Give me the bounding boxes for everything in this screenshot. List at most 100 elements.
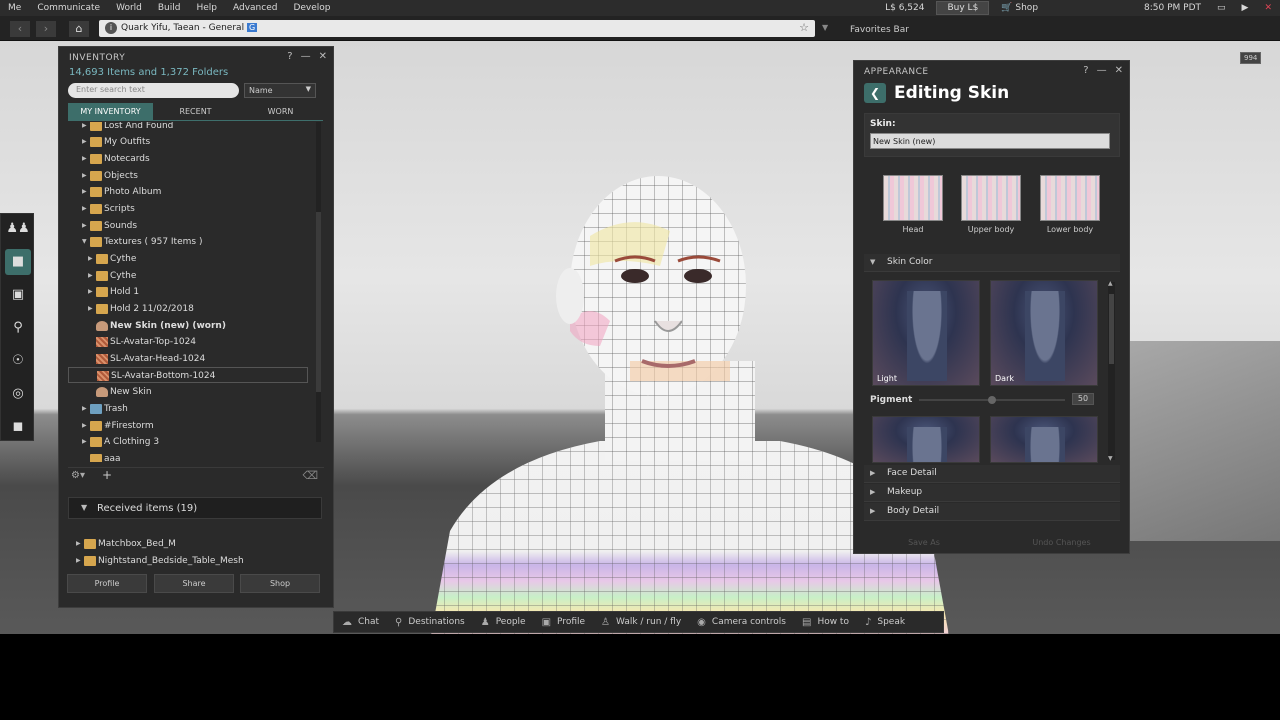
camera-icon[interactable]: ◼: [5, 414, 31, 440]
speak-button[interactable]: ♪ Speak: [857, 612, 913, 632]
sort-select[interactable]: Name ▼: [244, 83, 316, 98]
menu-advanced[interactable]: Advanced: [225, 3, 285, 13]
color-scrollbar[interactable]: ▲ ▼: [1108, 280, 1115, 462]
list-item[interactable]: ▶ Hold 1: [88, 284, 322, 300]
camera-controls-button[interactable]: ◉ Camera controls: [689, 612, 794, 632]
list-item[interactable]: ▶ Trash: [82, 401, 322, 417]
minimize-icon[interactable]: —: [301, 51, 311, 62]
undo-changes-button[interactable]: Undo Changes: [999, 534, 1124, 552]
how-to-button[interactable]: ▤ How to: [794, 612, 857, 632]
pigment-slider[interactable]: [919, 396, 1065, 404]
skin-name-field[interactable]: New Skin (new): [870, 133, 1110, 149]
menu-build[interactable]: Build: [150, 3, 189, 13]
forward-button[interactable]: ›: [36, 21, 56, 37]
list-item[interactable]: ▶ Lost And Found: [82, 122, 322, 134]
list-item[interactable]: ▶ Cythe: [88, 268, 322, 284]
close-icon[interactable]: ✕: [319, 51, 327, 62]
section-face-detail[interactable]: ▶ Face Detail: [864, 465, 1120, 483]
menu-world[interactable]: World: [108, 3, 150, 13]
list-item-selected[interactable]: SL-Avatar-Bottom-1024: [68, 367, 308, 383]
plus-icon[interactable]: +: [102, 468, 112, 482]
list-item[interactable]: ▶ My Outfits: [82, 134, 322, 150]
received-items-list[interactable]: ▶ Matchbox_Bed_M ▶ Nightstand_Bedside_Tabl…: [68, 535, 324, 567]
swatch-preview[interactable]: [872, 416, 980, 463]
radar-icon[interactable]: ◎: [5, 381, 31, 407]
menu-communicate[interactable]: Communicate: [29, 3, 108, 13]
inventory-bag-icon[interactable]: ▣: [5, 282, 31, 308]
list-item[interactable]: New Skin (new) (worn): [88, 318, 322, 334]
search-icon[interactable]: ⚲: [5, 315, 31, 341]
shop-button[interactable]: Shop: [240, 574, 320, 593]
shop-button[interactable]: 🛒 Shop: [993, 3, 1046, 13]
profile-button[interactable]: ▣ Profile: [534, 612, 593, 632]
received-items-header[interactable]: ▼ Received items (19): [68, 497, 322, 519]
play-media-icon[interactable]: ▶: [1234, 3, 1257, 13]
list-item[interactable]: ▶ Photo Album: [82, 184, 322, 200]
inventory-search-input[interactable]: Enter search text: [68, 83, 239, 98]
list-item[interactable]: ▶ Cythe: [88, 251, 322, 267]
list-item[interactable]: ▶ Matchbox_Bed_M: [76, 536, 316, 552]
profile-button[interactable]: Profile: [67, 574, 147, 593]
scrollbar-thumb[interactable]: [1109, 294, 1114, 364]
list-item[interactable]: ▼ Textures ( 957 Items ): [82, 234, 322, 250]
list-item[interactable]: SL-Avatar-Head-1024: [88, 351, 322, 367]
tab-my-inventory[interactable]: MY INVENTORY: [68, 103, 153, 120]
lower-body-texture[interactable]: [1040, 175, 1100, 221]
minimap-indicator[interactable]: 994: [1240, 52, 1262, 64]
trash-icon[interactable]: ⌫: [302, 469, 318, 482]
volume-mute-icon[interactable]: ✕: [1256, 3, 1280, 13]
help-icon[interactable]: ?: [287, 51, 292, 62]
inventory-scrollbar[interactable]: [316, 122, 321, 442]
save-as-button[interactable]: Save As: [864, 534, 984, 552]
gear-icon[interactable]: ⚙▾: [71, 470, 85, 481]
list-item[interactable]: ▶ #Firestorm: [82, 418, 322, 434]
back-button[interactable]: ❮: [864, 83, 886, 103]
swatch-preview[interactable]: [990, 416, 1098, 463]
upper-body-texture[interactable]: [961, 175, 1021, 221]
list-item[interactable]: ▶ A Clothing 3: [82, 434, 322, 450]
inventory-tree[interactable]: ▶ Lost And Found ▶ My Outfits ▶ Notecards ▶…: [68, 122, 322, 462]
walk-run-fly-button[interactable]: ♙ Walk / run / fly: [593, 612, 689, 632]
list-item[interactable]: ▶ Notecards: [82, 151, 322, 167]
buy-linden-button[interactable]: Buy L$: [936, 1, 990, 15]
section-makeup[interactable]: ▶ Makeup: [864, 484, 1120, 502]
appearance-shirt-icon[interactable]: ■: [5, 249, 31, 275]
list-item[interactable]: ▶ Nightstand_Bedside_Table_Mesh: [76, 553, 316, 569]
tab-recent[interactable]: RECENT: [153, 103, 238, 120]
help-icon[interactable]: ?: [1083, 65, 1088, 76]
close-icon[interactable]: ✕: [1115, 65, 1123, 76]
pigment-value[interactable]: 50: [1072, 393, 1094, 405]
tab-worn[interactable]: WORN: [238, 103, 323, 120]
menu-help[interactable]: Help: [188, 3, 225, 13]
map-pin-icon[interactable]: ☉: [5, 348, 31, 374]
scrollbar-thumb[interactable]: [316, 212, 321, 392]
chat-button[interactable]: ☁ Chat: [334, 612, 387, 632]
section-skin-color[interactable]: ▼ Skin Color: [864, 254, 1120, 272]
chevron-down-icon[interactable]: ▼: [822, 23, 828, 32]
minimize-icon[interactable]: —: [1097, 65, 1107, 76]
head-texture[interactable]: [883, 175, 943, 221]
menu-develop[interactable]: Develop: [285, 3, 338, 13]
menu-me[interactable]: Me: [0, 3, 29, 13]
home-button[interactable]: ⌂: [69, 21, 89, 37]
back-button[interactable]: ‹: [10, 21, 30, 37]
list-item[interactable]: ▶ Scripts: [82, 201, 322, 217]
swatch-dark[interactable]: Dark: [990, 280, 1098, 386]
list-item[interactable]: aaa: [82, 451, 322, 462]
list-item[interactable]: ▶ Hold 2 11/02/2018: [88, 301, 322, 317]
people-icon[interactable]: ♟♟: [5, 216, 31, 242]
list-item[interactable]: ▶ Objects: [82, 168, 322, 184]
list-item[interactable]: New Skin: [88, 384, 322, 400]
swatch-light[interactable]: Light: [872, 280, 980, 386]
section-body-detail[interactable]: ▶ Body Detail: [864, 503, 1120, 521]
monitor-icon[interactable]: ▭: [1209, 3, 1234, 13]
info-icon[interactable]: i: [105, 22, 117, 34]
star-icon[interactable]: ☆: [799, 21, 809, 34]
location-bar[interactable]: i Quark Yifu, Taean - General G ☆: [99, 20, 815, 37]
destinations-button[interactable]: ⚲ Destinations: [387, 612, 473, 632]
list-item[interactable]: ▶ Sounds: [82, 218, 322, 234]
people-button[interactable]: ♟ People: [473, 612, 534, 632]
slider-knob[interactable]: [988, 396, 996, 404]
list-item[interactable]: SL-Avatar-Top-1024: [88, 334, 322, 350]
share-button[interactable]: Share: [154, 574, 234, 593]
